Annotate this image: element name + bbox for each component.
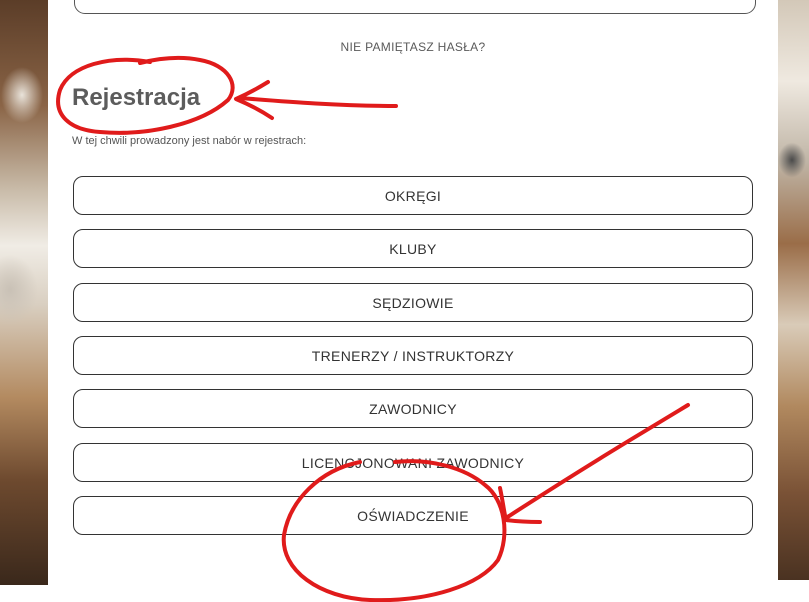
registration-title: Rejestracja: [72, 84, 201, 111]
register-trenerzy-button[interactable]: TRENERZY / INSTRUKTORZY: [73, 336, 753, 375]
register-okregi-button[interactable]: OKRĘGI: [73, 176, 753, 215]
forgot-password-link[interactable]: NIE PAMIĘTASZ HASŁA?: [48, 40, 778, 54]
password-field[interactable]: [74, 0, 756, 14]
register-sedziowie-button[interactable]: SĘDZIOWIE: [73, 283, 753, 322]
register-zawodnicy-button[interactable]: ZAWODNICY: [73, 389, 753, 428]
registration-note: W tej chwili prowadzony jest nabór w rej…: [72, 135, 307, 147]
register-oswiadczenie-button[interactable]: OŚWIADCZENIE: [73, 496, 753, 535]
background-photo-right: [778, 0, 809, 580]
register-kluby-button[interactable]: KLUBY: [73, 229, 753, 268]
background-photo-left: [0, 0, 48, 585]
register-licencjonowani-button[interactable]: LICENCJONOWANI ZAWODNICY: [73, 443, 753, 482]
content-panel: NIE PAMIĘTASZ HASŁA? Rejestracja W tej c…: [48, 0, 778, 600]
